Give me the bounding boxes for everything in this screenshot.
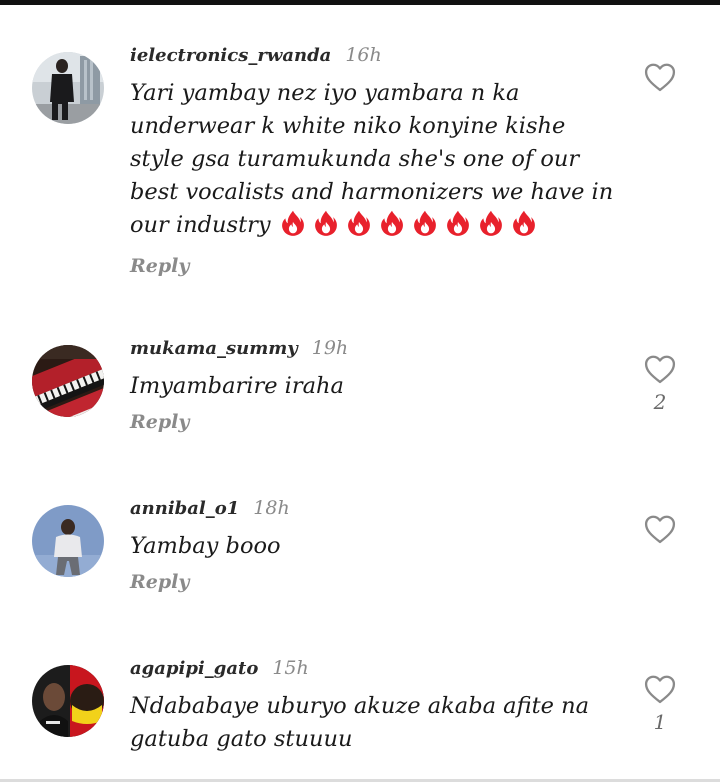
comment-timestamp: 15h: [272, 657, 309, 679]
like-button[interactable]: 2: [640, 354, 680, 414]
comment-username[interactable]: annibal_o1: [130, 498, 239, 519]
comment-timestamp: 19h: [311, 337, 349, 359]
like-button[interactable]: [640, 514, 680, 550]
fire-emoji: [413, 210, 436, 236]
reply-button[interactable]: Reply: [130, 571, 189, 593]
comment-text: Ndababaye uburyo akuze akaba afite na ga…: [130, 690, 620, 756]
heart-outline-icon: [644, 515, 676, 544]
avatar[interactable]: [32, 505, 104, 577]
fire-emoji: [380, 210, 403, 236]
avatar[interactable]: [32, 345, 104, 417]
comment-username[interactable]: ielectronics_rwanda: [130, 45, 331, 66]
comment-text-content: Yambay booo: [130, 533, 281, 559]
fire-emoji: [446, 210, 469, 236]
heart-outline-icon: [644, 675, 676, 704]
avatar[interactable]: [32, 665, 104, 737]
fire-emoji: [512, 210, 535, 236]
comment-text-content: Imyambarire iraha: [130, 373, 344, 399]
avatar[interactable]: [32, 52, 104, 124]
comment-username[interactable]: agapipi_gato: [130, 658, 258, 679]
fire-emoji: [347, 210, 370, 236]
fire-emoji: [479, 210, 502, 236]
comment-timestamp: 16h: [345, 44, 382, 66]
like-button[interactable]: 1: [640, 674, 680, 734]
like-count: 1: [653, 710, 667, 734]
heart-outline-icon: [644, 355, 676, 384]
comment-text-content: Ndababaye uburyo akuze akaba afite na ga…: [130, 693, 589, 752]
heart-outline-icon: [644, 63, 676, 92]
comment-text: Yambay booo: [130, 530, 620, 563]
like-button[interactable]: [640, 62, 680, 98]
fire-emoji: [314, 210, 337, 236]
comment-text: Yari yambay nez iyo yambara n ka underwe…: [130, 77, 620, 247]
fire-emoji: [281, 210, 304, 236]
comment-username[interactable]: mukama_summy: [130, 338, 298, 359]
comment-text: Imyambarire iraha: [130, 370, 620, 403]
fire-reactions: [279, 209, 543, 247]
reply-button[interactable]: Reply: [130, 411, 189, 433]
comment-timestamp: 18h: [253, 497, 290, 519]
top-divider: [0, 0, 720, 5]
like-count: 2: [653, 390, 667, 414]
reply-button[interactable]: Reply: [130, 255, 189, 277]
